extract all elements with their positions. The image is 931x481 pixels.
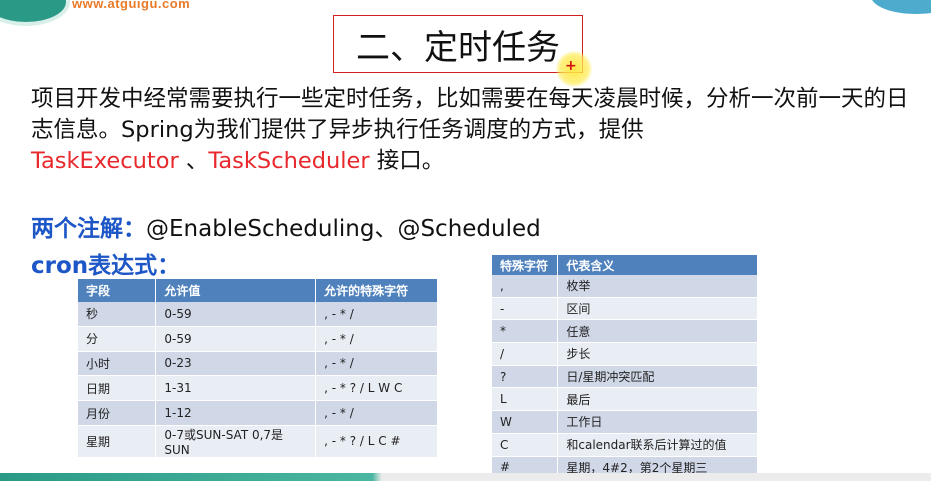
atguigu-logo: [0, 0, 70, 26]
allowed-values-cell: 0-7或SUN-SAT 0,7是SUN: [155, 425, 317, 458]
bottom-decoration-bar: [0, 473, 931, 481]
table-row: W 工作日: [492, 410, 758, 434]
table-row: 日期 1-31, - * ? / L W C: [78, 375, 438, 402]
allowed-values-cell: 0-59: [155, 326, 317, 352]
special-char-cell: ,: [492, 275, 559, 298]
field-cell: 日期: [78, 375, 157, 402]
task-scheduler-text: TaskScheduler: [208, 148, 370, 174]
table-row: ? 日/星期冲突匹配: [492, 365, 758, 389]
special-chars-table: 特殊字符 代表含义 , 枚举 - 区间 * 任意 / 步长? 日/星期冲突匹配 L 最后 W 工作日 C 和c…: [492, 255, 758, 480]
allowed-values-cell: 0-23: [155, 351, 317, 377]
table-row: 小时 0-23, - * /: [78, 351, 438, 377]
header-special-chars: 允许的特殊字符: [315, 279, 438, 302]
meaning-cell: 枚举: [557, 275, 758, 298]
field-cell: 月份: [78, 400, 157, 426]
allowed-values-cell: 1-31: [155, 375, 317, 402]
meaning-cell: 最后: [557, 387, 758, 412]
special-char-cell: /: [492, 342, 559, 366]
meaning-cell: 任意: [557, 319, 758, 344]
special-chars-cell: , - * /: [315, 400, 438, 426]
meaning-cell: 和calendar联系后计算过的值: [557, 433, 758, 457]
header-meaning: 代表含义: [557, 255, 758, 275]
crosshair-cursor-icon: +: [565, 58, 577, 74]
special-char-cell: L: [492, 387, 559, 412]
intro-text: 项目开发中经常需要执行一些定时任务，比如需要在每天凌晨时候，分析一次前一天的日志…: [31, 86, 909, 143]
table-row: C 和calendar联系后计算过的值: [492, 433, 758, 457]
header-special-char: 特殊字符: [492, 255, 559, 275]
annotations-value: @EnableScheduling、@Scheduled: [146, 216, 541, 242]
table-row: * 任意: [492, 319, 758, 344]
header-allowed-values: 允许值: [155, 279, 317, 302]
task-executor-text: TaskExecutor: [31, 148, 179, 174]
field-cell: 小时: [78, 351, 157, 377]
special-chars-cell: , - * ? / L C #: [315, 425, 438, 458]
site-url: www.atguigu.com: [72, 0, 191, 11]
interface-text: 接口。: [369, 148, 445, 174]
corner-decoration: [871, 0, 931, 14]
table-row: 秒 0-59, - * /: [78, 302, 438, 327]
table-row: 月份 1-12, - * /: [78, 400, 438, 426]
special-chars-cell: , - * /: [315, 326, 438, 352]
separator-text: 、: [178, 148, 209, 174]
special-chars-cell: , - * /: [315, 302, 438, 327]
special-char-cell: ?: [492, 365, 559, 389]
slide-title: 二、定时任务: [333, 15, 583, 73]
allowed-values-cell: 1-12: [155, 400, 317, 426]
table-row: / 步长: [492, 342, 758, 366]
intro-paragraph: 项目开发中经常需要执行一些定时任务，比如需要在每天凌晨时候，分析一次前一天的日志…: [31, 84, 911, 177]
table-row: L 最后: [492, 387, 758, 412]
special-char-cell: C: [492, 433, 559, 457]
special-char-cell: -: [492, 297, 559, 321]
field-cell: 星期: [78, 425, 157, 458]
table-row: - 区间: [492, 297, 758, 321]
allowed-values-cell: 0-59: [155, 302, 317, 327]
special-chars-cell: , - * ? / L W C: [315, 375, 438, 402]
annotations-line: 两个注解：@EnableScheduling、@Scheduled: [31, 209, 541, 243]
table-row: 分 0-59, - * /: [78, 326, 438, 352]
field-cell: 分: [78, 326, 157, 352]
special-char-cell: *: [492, 319, 559, 344]
meaning-cell: 区间: [557, 297, 758, 321]
meaning-cell: 日/星期冲突匹配: [557, 365, 758, 389]
table-row: 星期 0-7或SUN-SAT 0,7是SUN, - * ? / L C #: [78, 425, 438, 458]
special-char-cell: W: [492, 410, 559, 434]
meaning-cell: 步长: [557, 342, 758, 366]
table-row: , 枚举: [492, 275, 758, 298]
cron-title: cron表达式：: [31, 253, 181, 279]
field-cell: 秒: [78, 302, 157, 327]
meaning-cell: 工作日: [557, 410, 758, 434]
cron-fields-table: 字段 允许值 允许的特殊字符 秒 0-59, - * / 分 0-59, - * / 小时 0…: [78, 279, 438, 458]
header-field: 字段: [78, 279, 157, 302]
special-chars-cell: , - * /: [315, 351, 438, 377]
annotations-label: 两个注解：: [31, 216, 146, 242]
